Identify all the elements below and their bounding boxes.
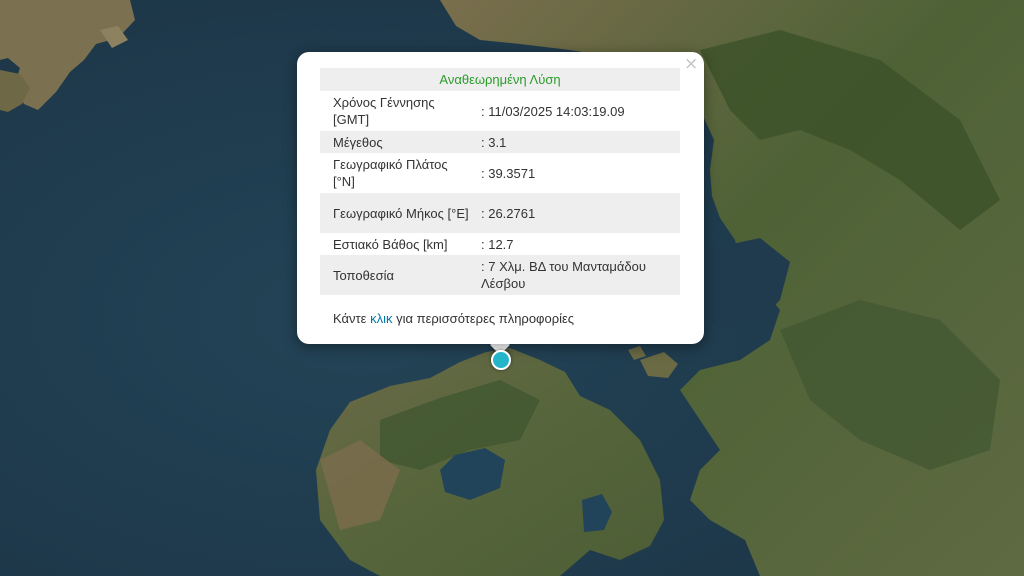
location-value: : 7 Χλμ. ΒΔ του Μανταμάδου Λέσβου [471,255,680,295]
depth-value: : 12.7 [481,236,514,252]
table-row: Τοποθεσία : 7 Χλμ. ΒΔ του Μανταμάδου Λέσ… [320,255,680,295]
table-row: Γεωγραφικό Μήκος [°E] : 26.2761 [320,193,680,233]
longitude-label: Γεωγραφικό Μήκος [°E] [320,193,471,233]
origin-time-label: Χρόνος Γέννησης [GMT] [333,95,435,127]
popup-title: Αναθεωρημένη Λύση [320,68,680,91]
magnitude-value: : 3.1 [471,131,680,153]
latitude-label: Γεωγραφικό Πλάτος [°N] [333,157,448,189]
origin-time-value: : 11/03/2025 14:03:19.09 [481,103,625,119]
location-label: Τοποθεσία [320,255,471,295]
earthquake-popup: × Αναθεωρημένη Λύση Χρόνος Γέννησης [GMT… [297,52,704,344]
epicenter-marker-icon[interactable] [491,350,511,370]
table-row: Χρόνος Γέννησης [GMT] : 11/03/2025 14:03… [320,91,680,131]
longitude-value: : 26.2761 [471,193,680,233]
close-icon[interactable]: × [684,56,698,73]
more-info-link[interactable]: κλικ [370,311,392,326]
earthquake-info-table: Αναθεωρημένη Λύση Χρόνος Γέννησης [GMT] … [320,68,680,295]
table-row: Εστιακό Βάθος [km] : 12.7 [320,233,680,255]
latitude-value: : 39.3571 [481,165,536,181]
table-row: Μέγεθος : 3.1 [320,131,680,153]
magnitude-label: Μέγεθος [320,131,471,153]
depth-label: Εστιακό Βάθος [km] [333,236,448,252]
table-row: Γεωγραφικό Πλάτος [°N] : 39.3571 [320,153,680,193]
more-info-suffix: για περισσότερες πληροφορίες [392,311,575,326]
more-info-text: Κάντε κλικ για περισσότερες πληροφορίες [333,311,574,326]
more-info-prefix: Κάντε [333,311,371,326]
